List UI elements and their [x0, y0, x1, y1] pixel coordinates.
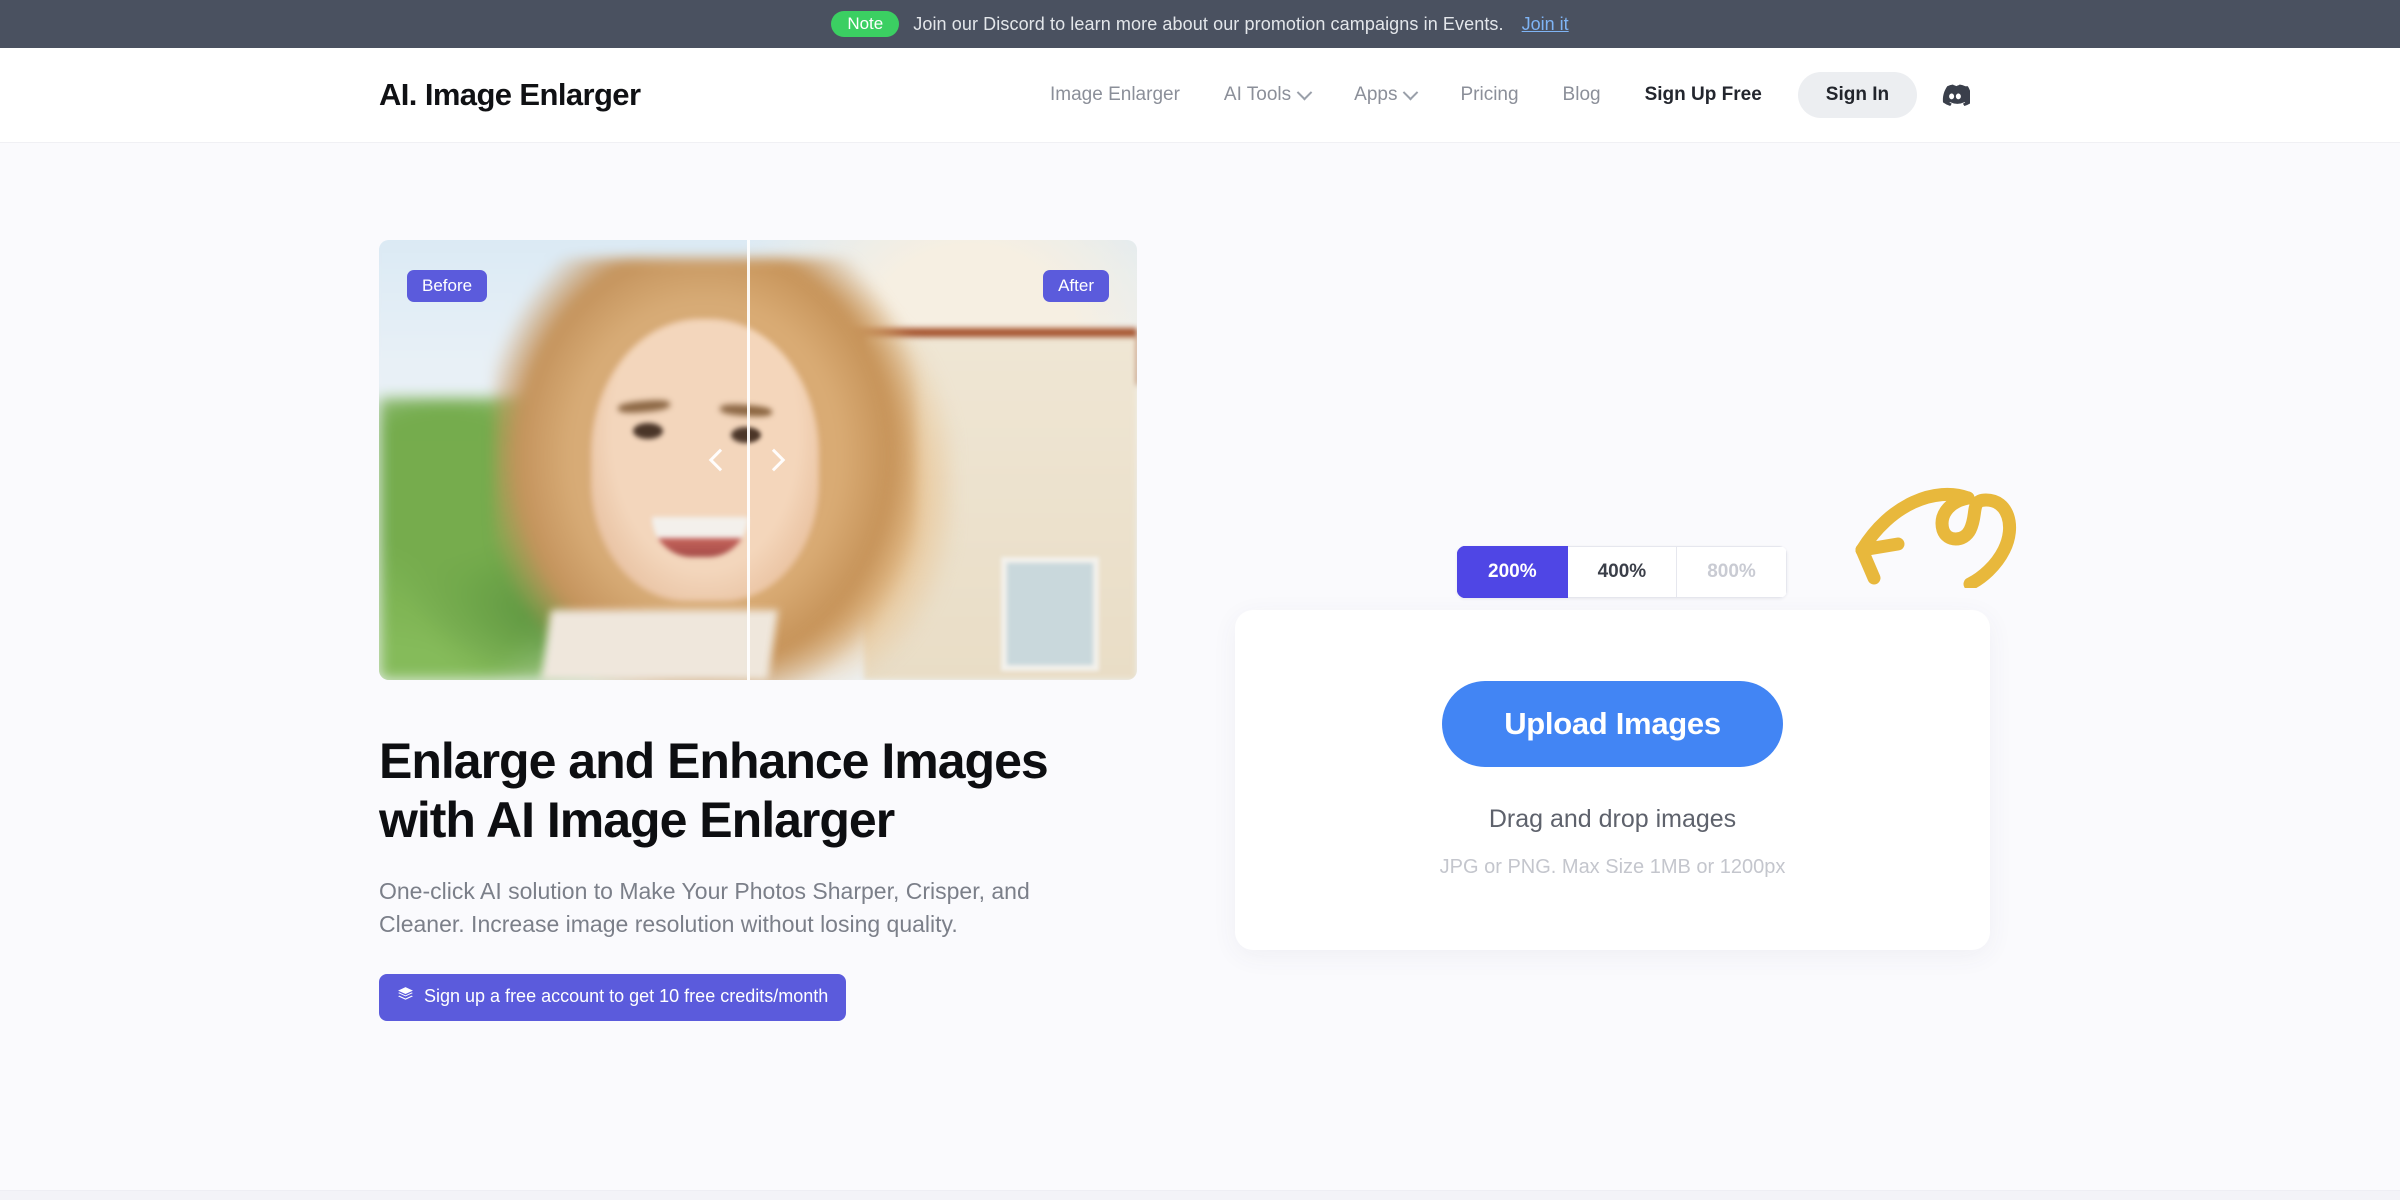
nav-label: Blog	[1562, 84, 1601, 105]
before-photo-layer	[379, 240, 747, 680]
sign-in-button[interactable]: Sign In	[1797, 72, 1918, 118]
note-badge: Note	[831, 11, 900, 37]
subject-eye-left-before	[632, 422, 663, 439]
hero-left-column: Before After Enlarge and Enhance Images …	[379, 240, 1139, 1021]
primary-nav: Image Enlarger AI Tools Apps Pricing Blo…	[1028, 72, 1975, 118]
after-badge: After	[1043, 270, 1109, 302]
site-header: AI. Image Enlarger Image Enlarger AI Too…	[0, 48, 2400, 143]
scale-option-200[interactable]: 200%	[1457, 546, 1568, 598]
nav-item-apps[interactable]: Apps	[1332, 74, 1438, 116]
layers-icon	[397, 986, 414, 1008]
notice-text: Join our Discord to learn more about our…	[913, 13, 1504, 34]
comparison-photo-before	[379, 240, 747, 680]
chevron-left-icon[interactable]	[708, 448, 731, 472]
chevron-down-icon	[1296, 84, 1313, 100]
file-constraints-label: JPG or PNG. Max Size 1MB or 1200px	[1439, 856, 1786, 878]
upload-images-button[interactable]: Upload Images	[1442, 681, 1783, 767]
main-content: Before After Enlarge and Enhance Images …	[0, 143, 2400, 1200]
drag-drop-label: Drag and drop images	[1488, 805, 1737, 833]
site-logo[interactable]: AI. Image Enlarger	[379, 77, 641, 113]
promo-notice-bar: Note Join our Discord to learn more abou…	[0, 0, 2400, 48]
nav-label: AI Tools	[1223, 84, 1292, 105]
nav-label: Sign Up Free	[1644, 84, 1762, 105]
nav-item-ai-tools[interactable]: AI Tools	[1202, 74, 1332, 116]
comparison-slider-arrows[interactable]	[708, 448, 785, 472]
nav-item-blog[interactable]: Blog	[1541, 74, 1623, 116]
page-bottom-divider	[0, 1190, 2400, 1200]
nav-item-image-enlarger[interactable]: Image Enlarger	[1028, 74, 1202, 116]
before-after-comparison[interactable]: Before After	[379, 240, 1137, 680]
chevron-right-icon[interactable]	[762, 448, 785, 472]
nav-label: Apps	[1354, 84, 1398, 105]
background-window	[1000, 556, 1100, 672]
scale-option-400[interactable]: 400%	[1567, 546, 1678, 598]
doodle-arrow-icon	[1840, 478, 2030, 591]
page-title: Enlarge and Enhance Images with AI Image…	[379, 733, 1049, 848]
nav-item-sign-up-free[interactable]: Sign Up Free	[1623, 74, 1784, 116]
scale-option-800: 800%	[1677, 546, 1787, 598]
scale-selector: 200% 400% 800%	[1457, 546, 1787, 598]
join-it-link[interactable]: Join it	[1522, 14, 1569, 35]
before-badge: Before	[407, 270, 488, 302]
free-credits-cta-button[interactable]: Sign up a free account to get 10 free cr…	[379, 973, 847, 1021]
upload-dropzone[interactable]: Upload Images Drag and drop images JPG o…	[1235, 610, 1990, 950]
nav-item-pricing[interactable]: Pricing	[1438, 74, 1540, 116]
nav-label: Image Enlarger	[1050, 84, 1180, 105]
subject-collar-before	[540, 609, 747, 680]
page-subtitle: One-click AI solution to Make Your Photo…	[379, 878, 1030, 938]
free-credits-cta-label: Sign up a free account to get 10 free cr…	[424, 986, 829, 1007]
nav-label: Pricing	[1460, 84, 1519, 105]
discord-icon[interactable]	[1935, 75, 1975, 115]
chevron-down-icon	[1403, 84, 1419, 100]
